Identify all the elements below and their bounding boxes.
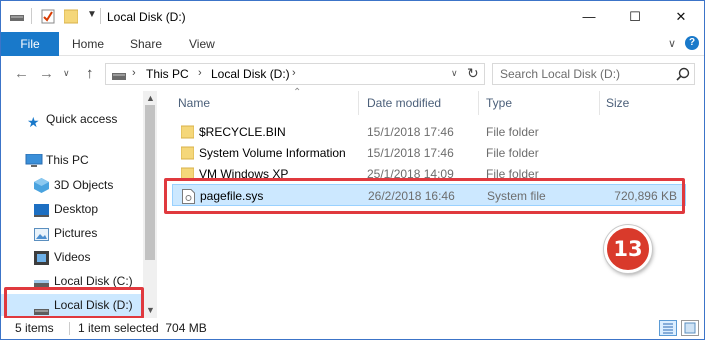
properties-icon[interactable] <box>41 9 55 27</box>
breadcrumb-separator[interactable]: › <box>132 67 136 79</box>
up-arrow-icon[interactable]: ↑ <box>86 65 94 82</box>
address-row: ← → ∨ ↑ › This PC › Local Disk (D:) › ∨ … <box>1 57 704 91</box>
column-header-type[interactable]: Type <box>486 96 512 110</box>
column-divider[interactable] <box>478 91 479 115</box>
file-row[interactable]: $RECYCLE.BIN 15/1/2018 17:46 File folder <box>172 121 686 143</box>
large-icons-view-icon[interactable] <box>681 320 699 336</box>
nav-item-videos[interactable]: Videos <box>1 246 141 268</box>
divider <box>69 322 70 335</box>
nav-item-3d-objects[interactable]: 3D Objects <box>1 174 141 196</box>
tab-share[interactable]: Share <box>130 32 162 56</box>
folder-icon <box>180 125 195 139</box>
column-header-date[interactable]: Date modified <box>367 96 441 110</box>
nav-item-desktop[interactable]: Desktop <box>1 198 141 220</box>
breadcrumb-separator[interactable]: › <box>198 67 202 79</box>
breadcrumb-separator[interactable]: › <box>292 67 296 79</box>
new-folder-icon[interactable] <box>63 9 79 27</box>
breadcrumb-local-disk-d[interactable]: Local Disk (D:) <box>211 67 290 81</box>
tab-home[interactable]: Home <box>72 32 104 56</box>
recent-locations-icon[interactable]: ∨ <box>63 68 70 79</box>
column-header-name[interactable]: Name <box>178 96 210 110</box>
breadcrumb-this-pc[interactable]: This PC <box>146 67 189 81</box>
divider <box>31 8 32 24</box>
tab-file[interactable]: File <box>1 32 59 56</box>
computer-icon <box>25 153 43 167</box>
minimize-button[interactable]: — <box>566 1 612 32</box>
address-bar[interactable]: › This PC › Local Disk (D:) › ∨ ↻ <box>105 63 485 85</box>
expand-ribbon-icon[interactable]: ∨ <box>668 37 676 50</box>
search-icon[interactable] <box>676 67 690 84</box>
details-view-icon[interactable] <box>659 320 677 336</box>
videos-icon <box>34 250 50 265</box>
status-bar: 5 items 1 item selected 704 MB <box>1 318 704 339</box>
address-dropdown-icon[interactable]: ∨ <box>451 68 458 79</box>
item-count: 5 items <box>15 321 54 335</box>
divider <box>100 8 101 24</box>
search-input[interactable]: Search Local Disk (D:) <box>492 63 695 85</box>
scroll-thumb[interactable] <box>145 105 155 260</box>
drive-small-icon <box>10 12 24 26</box>
desktop-icon <box>34 202 50 217</box>
ribbon: File Home Share View ∨ ? <box>1 32 704 56</box>
file-row[interactable]: System Volume Information 15/1/2018 17:4… <box>172 142 686 164</box>
back-arrow-icon[interactable]: ← <box>14 65 29 82</box>
nav-item-pictures[interactable]: Pictures <box>1 222 141 244</box>
column-header-size[interactable]: Size <box>606 96 629 110</box>
navigation-pane: ★ Quick access This PC 3D Objects Deskto… <box>1 91 157 318</box>
selection-info: 1 item selected 704 MB <box>78 321 207 335</box>
highlight-box-file <box>164 178 685 214</box>
window-title: Local Disk (D:) <box>107 10 186 24</box>
folder-icon <box>180 146 195 160</box>
scroll-down-icon[interactable]: ▼ <box>146 305 155 315</box>
refresh-icon[interactable]: ↻ <box>467 65 479 82</box>
cube-icon <box>34 178 50 193</box>
nav-item-this-pc[interactable]: This PC <box>1 149 141 171</box>
scroll-up-icon[interactable]: ▲ <box>146 93 155 103</box>
drive-small-icon <box>112 70 126 84</box>
column-divider[interactable] <box>358 91 359 115</box>
star-icon: ★ <box>27 114 40 130</box>
forward-arrow-icon[interactable]: → <box>39 65 54 82</box>
help-icon[interactable]: ? <box>685 36 699 50</box>
tab-view[interactable]: View <box>189 32 215 56</box>
nav-item-quick-access[interactable]: ★ Quick access <box>1 108 141 130</box>
highlight-box-nav-drive <box>4 287 144 319</box>
nav-scrollbar[interactable]: ▲ ▼ <box>143 91 157 318</box>
title-bar: ▼ Local Disk (D:) — ☐ ✕ <box>1 1 704 32</box>
step-number-badge: 13 <box>604 225 652 273</box>
customize-toolbar-icon[interactable]: ▼ <box>87 9 97 20</box>
maximize-button[interactable]: ☐ <box>612 1 658 32</box>
column-divider[interactable] <box>599 91 600 115</box>
close-button[interactable]: ✕ <box>658 1 704 32</box>
sort-ascending-icon: ⌃ <box>293 87 302 98</box>
pictures-icon <box>34 226 50 241</box>
